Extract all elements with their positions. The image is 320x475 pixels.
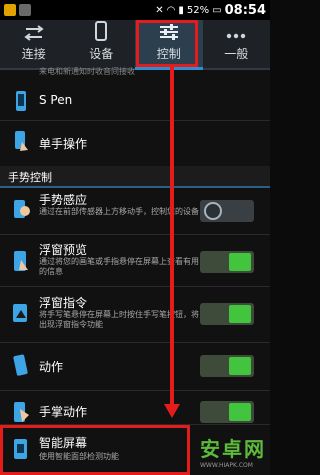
tab-connections[interactable]: 连接 — [0, 20, 68, 68]
tab-highlight-annotation — [136, 20, 198, 67]
list-item-air-command[interactable]: 浮窗指令 将手写笔悬停在屏幕上时按住手写笔按钮，将出现浮窗指令功能 — [0, 288, 270, 340]
list-item-label: 手势感应 — [39, 193, 88, 207]
spen-icon — [16, 91, 26, 111]
tab-label: 连接 — [21, 47, 46, 61]
list-item-desc: 通过将您的画笔或手指悬停在屏幕上查看有用的信息 — [39, 257, 199, 276]
list-item-label: 浮窗指令 — [39, 296, 88, 310]
battery-level: 52% — [186, 4, 210, 16]
phone-icon — [95, 21, 108, 41]
tab-general[interactable]: 一般 — [203, 20, 271, 68]
palm-motion-toggle[interactable] — [200, 401, 254, 423]
list-item-label: 手掌动作 — [39, 405, 88, 419]
motion-icon — [13, 354, 28, 376]
annotation-arrow-line — [170, 64, 174, 409]
list-item-motion[interactable]: 动作 — [0, 344, 270, 388]
list-item-spen[interactable]: S Pen — [0, 84, 270, 118]
list-item-desc: 通过在前部传感器上方移动手，控制您的设备 — [39, 207, 199, 216]
list-item-label: S Pen — [39, 93, 73, 107]
tab-label: 设备 — [89, 47, 114, 61]
app-notification-icon — [4, 4, 16, 16]
palm-motion-icon — [14, 402, 29, 422]
section-title: 手势控制 — [8, 171, 52, 184]
annotation-arrow-head — [164, 404, 180, 418]
wifi-icon: ◠ — [166, 4, 176, 16]
list-item-onehand[interactable]: 单手操作 — [0, 122, 270, 162]
section-header-gesture: 手势控制 — [0, 166, 270, 188]
list-item-label: 单手操作 — [39, 137, 88, 151]
mute-icon: ✕ — [155, 4, 164, 16]
list-item-desc: 将手写笔悬停在屏幕上时按住手写笔按钮，将出现浮窗指令功能 — [39, 310, 199, 329]
gesture-sensing-toggle[interactable] — [200, 200, 254, 222]
tab-device[interactable]: 设备 — [68, 20, 136, 68]
previous-item-fragment: 来电和新通知时收音间接收 — [39, 67, 135, 76]
image-notification-icon — [19, 4, 31, 16]
list-item-gesture-sensing[interactable]: 手势感应 通过在前部传感器上方移动手，控制您的设备 — [0, 188, 270, 232]
smart-screen-highlight-annotation — [0, 425, 190, 475]
battery-icon: ▭ — [212, 4, 222, 16]
air-view-icon — [14, 251, 28, 271]
watermark-url: WWW.HIAPK.COM — [200, 462, 253, 469]
status-bar: ✕ ◠ ▮ 52% ▭ 08:54 — [0, 0, 270, 20]
clock: 08:54 — [224, 2, 266, 18]
arrows-swap-icon — [24, 25, 44, 41]
list-item-label: 浮窗预览 — [39, 243, 88, 257]
settings-list: 来电和新通知时收音间接收 S Pen 单手操作 手势控制 手势感应 通过在前部传… — [0, 67, 270, 475]
more-dots-icon — [227, 33, 246, 39]
signal-icon: ▮ — [178, 4, 184, 16]
gesture-sensing-icon — [14, 200, 30, 218]
list-item-label: 动作 — [39, 360, 64, 374]
list-item-air-view[interactable]: 浮窗预览 通过将您的画笔或手指悬停在屏幕上查看有用的信息 — [0, 236, 270, 284]
one-hand-icon — [15, 131, 28, 151]
settings-tabs: 连接 设备 控制 一般 — [0, 20, 270, 70]
motion-toggle[interactable] — [200, 355, 254, 377]
watermark-logo: 安卓网 WWW.HIAPK.COM — [200, 433, 266, 469]
tab-label: 一般 — [224, 47, 249, 61]
air-command-toggle[interactable] — [200, 303, 254, 325]
air-command-icon — [13, 304, 27, 322]
watermark-text: 安卓网 — [200, 437, 266, 461]
air-view-toggle[interactable] — [200, 251, 254, 273]
